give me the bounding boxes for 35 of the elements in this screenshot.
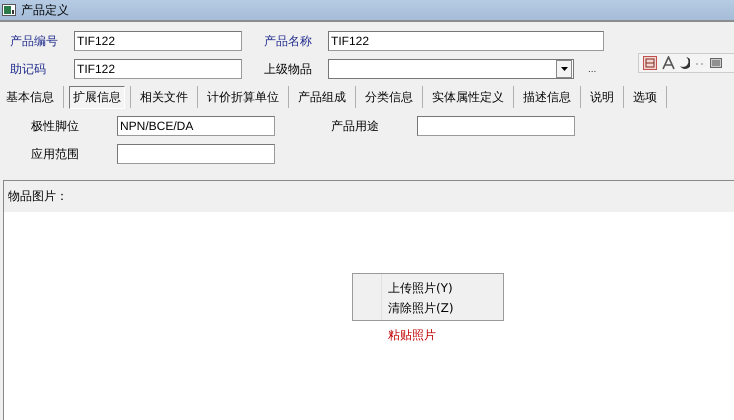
parent-item-combo[interactable] (328, 59, 574, 79)
field-label: 产品名称 (264, 32, 313, 50)
field-label: 极性脚位 (31, 118, 80, 134)
input-field[interactable] (417, 116, 575, 136)
tab[interactable]: 相关文件 (136, 86, 192, 108)
tab[interactable]: 描述信息 (519, 86, 575, 108)
input-field[interactable] (117, 144, 275, 164)
font-icon[interactable] (662, 56, 675, 70)
tab[interactable]: 说明 (586, 86, 618, 108)
window-icon (2, 4, 16, 16)
panel-title: 物品图片： (8, 188, 68, 205)
window-title: 产品定义 (21, 2, 69, 18)
tab[interactable]: 选项 (629, 86, 661, 108)
input-field[interactable]: TIF122 (74, 59, 242, 79)
input-field[interactable]: TIF122 (74, 31, 242, 51)
tab[interactable]: 实体属性定义 (428, 86, 508, 108)
field-label: 产品用途 (331, 118, 380, 134)
tab[interactable]: 扩展信息 (69, 86, 125, 108)
tab[interactable]: 产品组成 (294, 86, 350, 108)
tab[interactable]: 分类信息 (361, 86, 417, 108)
field-label: 上级物品 (264, 60, 313, 78)
tab[interactable]: 基本信息 (2, 86, 58, 108)
input-field[interactable]: TIF122 (328, 31, 604, 51)
moon-icon[interactable] (680, 57, 690, 69)
ime-mode-icon[interactable] (643, 56, 657, 70)
tab[interactable]: 计价折算单位 (203, 86, 283, 108)
field-label: 产品编号 (10, 32, 59, 50)
browse-button[interactable]: ... (588, 64, 596, 74)
paste-photo-link[interactable]: 粘贴照片 (388, 327, 436, 344)
field-label: 助记码 (10, 60, 47, 78)
input-field[interactable]: NPN/BCE/DA (117, 116, 275, 136)
field-label: 应用范围 (31, 146, 80, 162)
keyboard-icon[interactable] (710, 58, 722, 68)
menu-item[interactable]: 清除照片(Z) (353, 298, 503, 316)
menu-item[interactable]: 上传照片(Y) (353, 278, 503, 296)
